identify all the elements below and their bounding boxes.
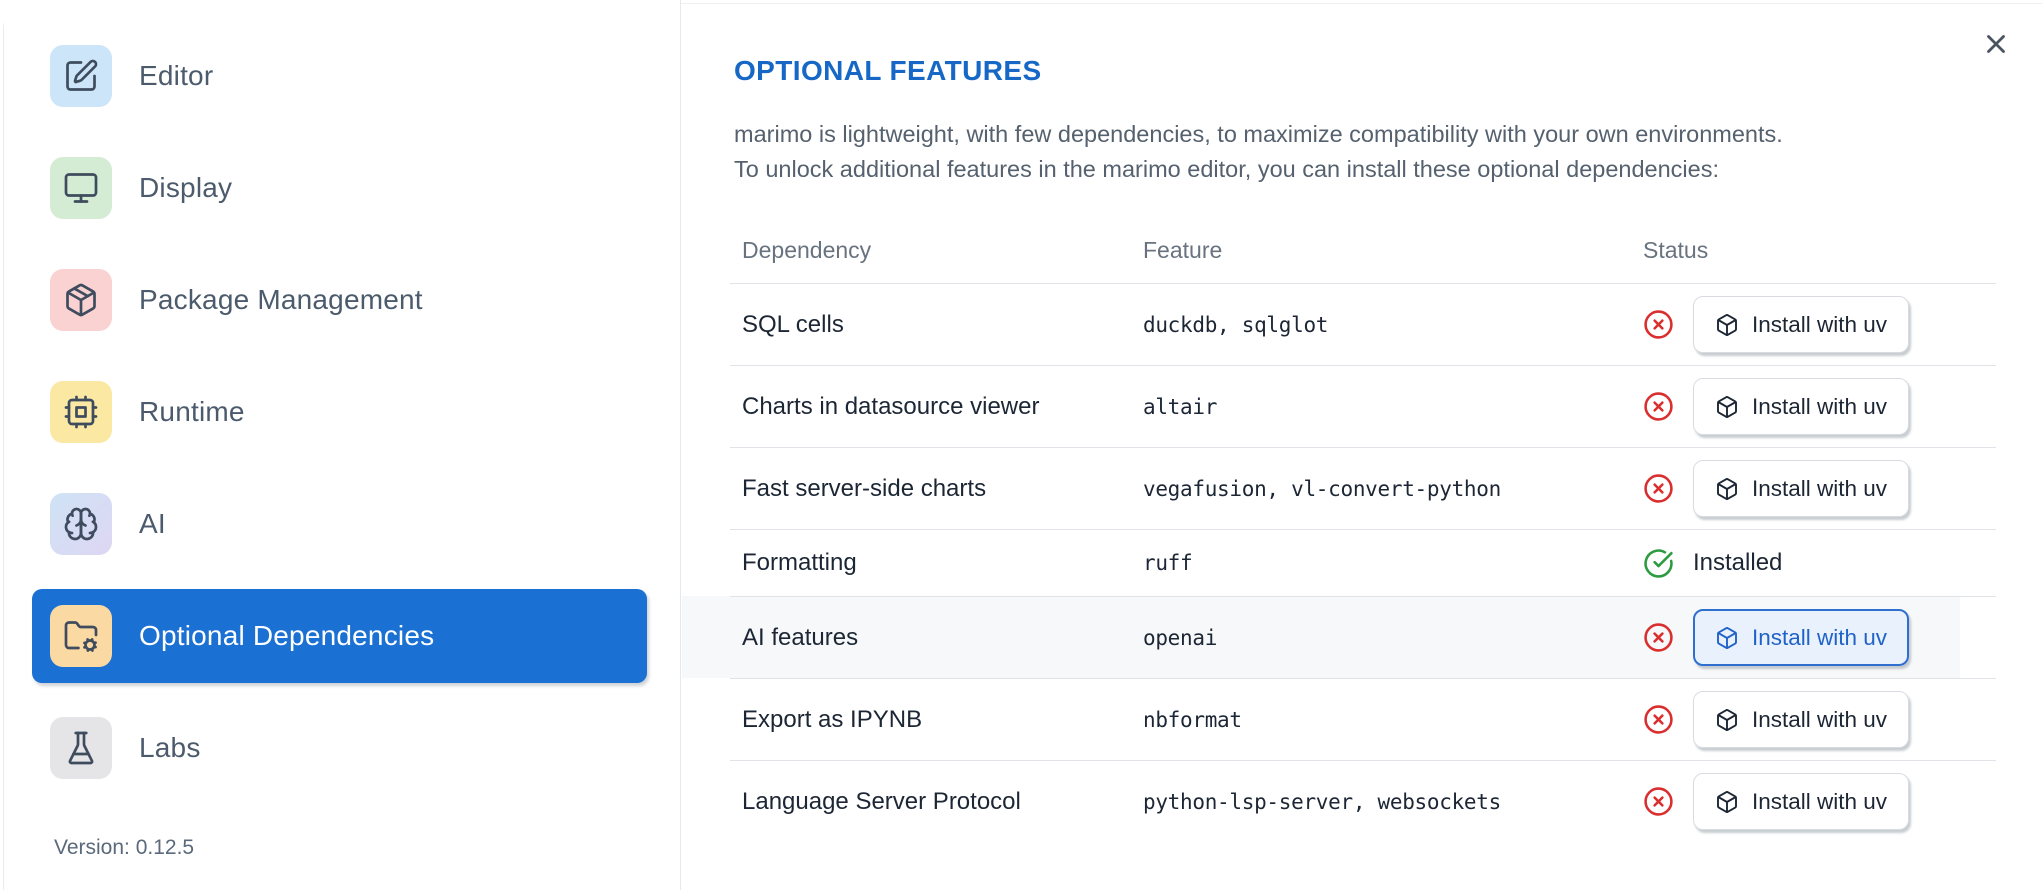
circle-x-icon bbox=[1643, 786, 1674, 817]
box-icon bbox=[1717, 708, 1737, 731]
sidebar-item-label: Editor bbox=[139, 60, 214, 91]
box-icon bbox=[1717, 477, 1737, 500]
install-with-uv-button[interactable]: Install with uv bbox=[1693, 296, 1910, 353]
dependency-cell: Formatting bbox=[742, 549, 857, 576]
box-icon bbox=[1717, 313, 1737, 336]
circle-x-icon bbox=[1643, 473, 1674, 504]
circle-x-icon bbox=[1643, 391, 1674, 422]
install-with-uv-button[interactable]: Install with uv bbox=[1693, 460, 1910, 517]
sidebar-item-label: Runtime bbox=[139, 396, 245, 427]
close-icon bbox=[1987, 35, 2005, 53]
settings-sidebar: Editor Display Package Management Runtim… bbox=[4, 0, 681, 890]
status-cell: Install with uv bbox=[1631, 460, 1996, 517]
install-button-label: Install with uv bbox=[1752, 393, 1888, 419]
status-cell: Install with uv bbox=[1631, 773, 1996, 830]
status-cell: Install with uv bbox=[1631, 691, 1996, 748]
dependency-cell: Language Server Protocol bbox=[742, 787, 1021, 815]
dependency-cell: Export as IPYNB bbox=[742, 705, 923, 733]
installed-label: Installed bbox=[1693, 549, 1783, 576]
dependency-cell: SQL cells bbox=[742, 310, 844, 338]
circle-x-icon bbox=[1643, 309, 1674, 340]
install-button-label: Install with uv bbox=[1752, 311, 1888, 337]
settings-dialog: Editor Display Package Management Runtim… bbox=[0, 0, 2042, 890]
sidebar-item-label: Package Management bbox=[139, 284, 423, 315]
box-icon bbox=[1717, 790, 1737, 813]
box-icon bbox=[1717, 626, 1737, 649]
feature-cell: altair bbox=[1143, 394, 1218, 419]
sidebar-item-pill: Editor bbox=[32, 29, 647, 123]
table-row-export-ipynb: Export as IPYNB nbformat Install with uv bbox=[730, 678, 1996, 760]
feature-cell: vegafusion, vl-convert-python bbox=[1143, 476, 1501, 501]
dependency-cell: Fast server-side charts bbox=[742, 474, 987, 502]
status-cell: Install with uv bbox=[1631, 609, 1996, 666]
sidebar-item-editor[interactable]: Editor bbox=[4, 20, 680, 132]
feature-cell: openai bbox=[1143, 625, 1218, 650]
sidebar-item-label: Optional Dependencies bbox=[139, 620, 435, 651]
feature-cell: nbformat bbox=[1143, 707, 1242, 732]
monitor-icon bbox=[50, 157, 112, 219]
status-cell: Install with uv bbox=[1631, 378, 1996, 435]
panel-description: marimo is lightweight, with few dependen… bbox=[734, 117, 1783, 187]
sidebar-item-label: Display bbox=[139, 172, 233, 203]
install-button-label: Install with uv bbox=[1752, 475, 1888, 501]
feature-cell: ruff bbox=[1143, 551, 1193, 575]
description-line-2: To unlock additional features in the mar… bbox=[734, 156, 1720, 182]
sidebar-item-label: Labs bbox=[139, 732, 201, 763]
cpu-icon bbox=[50, 381, 112, 443]
sidebar-item-optional-dependencies[interactable]: Optional Dependencies bbox=[4, 580, 680, 692]
install-with-uv-button[interactable]: Install with uv bbox=[1693, 773, 1910, 830]
sidebar-item-pill: Labs bbox=[32, 701, 647, 795]
status-cell: Installed bbox=[1631, 548, 1996, 579]
sidebar-item-labs[interactable]: Labs bbox=[4, 692, 680, 804]
feature-cell: duckdb, sqlglot bbox=[1143, 312, 1329, 337]
flask-icon bbox=[50, 717, 112, 779]
install-with-uv-button[interactable]: Install with uv bbox=[1693, 691, 1910, 748]
circle-check-icon bbox=[1643, 548, 1674, 579]
status-cell: Install with uv bbox=[1631, 296, 1996, 353]
column-header-status: Status bbox=[1643, 236, 1709, 263]
brain-icon bbox=[50, 493, 112, 555]
sidebar-item-pill: Package Management bbox=[32, 253, 647, 347]
table-row-fast-charts: Fast server-side charts vegafusion, vl-c… bbox=[730, 447, 1996, 529]
circle-x-icon bbox=[1643, 704, 1674, 735]
install-with-uv-button[interactable]: Install with uv bbox=[1693, 378, 1910, 435]
sidebar-item-ai[interactable]: AI bbox=[4, 468, 680, 580]
folder-cog-icon bbox=[50, 605, 112, 667]
optional-dependencies-table: Dependency Feature Status SQL cells duck… bbox=[730, 217, 1996, 842]
install-button-label: Install with uv bbox=[1752, 788, 1888, 814]
table-row-lsp: Language Server Protocol python-lsp-serv… bbox=[730, 760, 1996, 842]
page-title: OPTIONAL FEATURES bbox=[734, 55, 1042, 86]
package-icon bbox=[50, 269, 112, 331]
install-with-uv-button-focused[interactable]: Install with uv bbox=[1693, 609, 1910, 666]
table-row-ai-features: AI features openai Install with uv bbox=[730, 596, 1996, 678]
circle-x-icon bbox=[1643, 622, 1674, 653]
column-header-dependency: Dependency bbox=[742, 236, 872, 263]
description-line-1: marimo is lightweight, with few dependen… bbox=[734, 121, 1783, 147]
sidebar-item-pill: AI bbox=[32, 477, 647, 571]
column-header-feature: Feature bbox=[1143, 236, 1223, 263]
sidebar-item-pill-selected: Optional Dependencies bbox=[32, 589, 647, 683]
sidebar-item-label: AI bbox=[139, 508, 166, 539]
sidebar-nav: Editor Display Package Management Runtim… bbox=[4, 0, 680, 804]
app-version-label: Version: 0.12.5 bbox=[54, 836, 195, 859]
dependency-cell: AI features bbox=[742, 623, 859, 651]
sidebar-item-package-management[interactable]: Package Management bbox=[4, 244, 680, 356]
box-icon bbox=[1717, 395, 1737, 418]
close-button[interactable] bbox=[1979, 27, 2013, 61]
install-button-label: Install with uv bbox=[1752, 706, 1888, 732]
install-button-label: Install with uv bbox=[1752, 624, 1888, 650]
table-row-sql-cells: SQL cells duckdb, sqlglot Install with u… bbox=[730, 283, 1996, 365]
table-header-row: Dependency Feature Status bbox=[730, 217, 1996, 283]
sidebar-item-pill: Runtime bbox=[32, 365, 647, 459]
table-row-formatting: Formatting ruff Installed bbox=[730, 529, 1996, 596]
sidebar-item-display[interactable]: Display bbox=[4, 132, 680, 244]
dependency-cell: Charts in datasource viewer bbox=[742, 392, 1040, 420]
square-pen-icon bbox=[50, 45, 112, 107]
sidebar-item-runtime[interactable]: Runtime bbox=[4, 356, 680, 468]
sidebar-item-pill: Display bbox=[32, 141, 647, 235]
feature-cell: python-lsp-server, websockets bbox=[1143, 789, 1501, 814]
table-row-charts-datasource: Charts in datasource viewer altair Insta… bbox=[730, 365, 1996, 447]
